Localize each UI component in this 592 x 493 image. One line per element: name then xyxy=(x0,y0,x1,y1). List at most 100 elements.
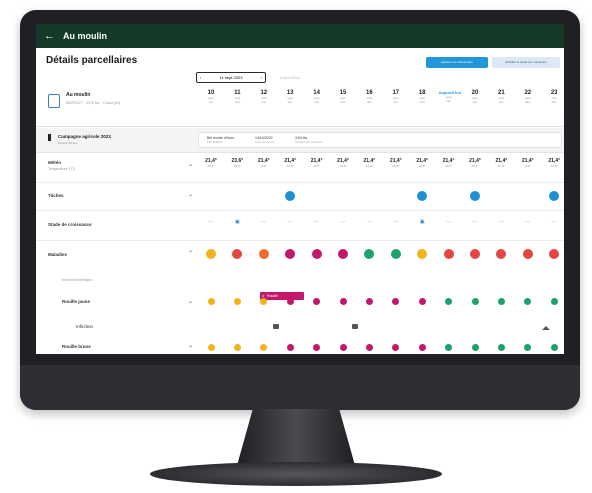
risk-dot[interactable] xyxy=(286,298,294,305)
task-icon[interactable] xyxy=(549,191,560,201)
disease-risk-icon[interactable] xyxy=(206,249,216,259)
disease-risk-icon[interactable] xyxy=(232,249,243,259)
add-intervention-button[interactable]: Ajouter une intervention xyxy=(426,57,488,68)
day-column-header[interactable]: 13 sept jeu xyxy=(280,90,300,104)
disease-risk-icon[interactable] xyxy=(390,249,401,259)
day-column-header[interactable]: 21 sept ven xyxy=(491,90,511,104)
growth-stage-mark: ▣ xyxy=(235,219,240,225)
day-column-header[interactable]: 10 sept lun xyxy=(201,90,221,104)
risk-dot[interactable] xyxy=(497,344,505,351)
monitor-base xyxy=(150,462,442,486)
disease-risk-icon[interactable] xyxy=(285,249,296,259)
day-column-header[interactable]: 18 sept mar xyxy=(412,90,432,104)
day-column-header[interactable]: Aujourd'hui sept mer xyxy=(439,90,461,103)
risk-dot[interactable] xyxy=(418,298,426,305)
day-column-header[interactable]: 15 sept sam xyxy=(333,90,353,104)
yellow-rust-cell xyxy=(386,298,406,305)
monitor-stand xyxy=(236,409,356,469)
risk-dot[interactable] xyxy=(550,298,558,305)
risk-dot[interactable] xyxy=(418,344,426,351)
infection-icon xyxy=(542,326,550,330)
risk-dot[interactable] xyxy=(445,298,453,305)
weather-row: Météo Température (°C) ⌄ 21,4° 16,8° 23,6°… xyxy=(36,152,564,183)
risk-dot[interactable] xyxy=(207,344,215,351)
chevron-down-icon[interactable]: ⌄ xyxy=(188,191,193,198)
day-column-header[interactable]: 23 sept dim xyxy=(544,90,564,104)
growth-stage-mark: — xyxy=(446,219,452,225)
risk-dot[interactable] xyxy=(339,344,347,351)
risk-dot[interactable] xyxy=(339,298,347,305)
disease-risk-icon[interactable] xyxy=(549,249,560,259)
day-column-header[interactable]: 16 sept dim xyxy=(359,90,379,104)
disease-risk-icon[interactable] xyxy=(522,249,533,259)
risk-dot[interactable] xyxy=(524,298,532,305)
growth-stage-mark: — xyxy=(261,219,267,225)
disease-risk-icon[interactable] xyxy=(364,249,375,259)
monitor-chin xyxy=(20,365,580,410)
day-column-header[interactable]: 12 sept mer xyxy=(254,90,274,104)
prev-arrow-icon[interactable]: ‹ xyxy=(200,75,201,80)
temperature-cell: 21,4° 16,8° xyxy=(254,158,274,168)
day-column-header[interactable]: 22 sept sam xyxy=(518,90,538,104)
yellow-rust-cell xyxy=(254,298,274,305)
growth-stage-cell: — xyxy=(201,219,221,225)
day-column-header[interactable]: 11 sept mar xyxy=(227,90,247,104)
area-label: Surface de semence xyxy=(295,140,323,144)
risk-dot[interactable] xyxy=(233,298,241,305)
temperature-cell: 21,4° 16,8° xyxy=(359,158,379,168)
chevron-down-icon[interactable]: ⌄ xyxy=(188,342,193,349)
risk-dot[interactable] xyxy=(233,344,241,351)
risk-dot[interactable] xyxy=(497,298,505,305)
farm-info: Au moulin BERSOT · 12,5 ha · Colza (bl) xyxy=(48,92,120,108)
field-icon xyxy=(48,94,60,108)
risk-dot[interactable] xyxy=(365,298,373,305)
temp-min: 16,8° xyxy=(286,164,294,168)
risk-dot[interactable] xyxy=(445,344,453,351)
risk-dot[interactable] xyxy=(550,344,558,351)
risk-dot[interactable] xyxy=(286,344,294,351)
disease-risk-icon[interactable] xyxy=(311,249,322,259)
task-icon[interactable] xyxy=(285,191,296,201)
task-icon[interactable] xyxy=(470,191,480,201)
farm-details: BERSOT · 12,5 ha · Colza (bl) xyxy=(66,100,120,105)
temperature-cell: 21,4° 16,8° xyxy=(439,158,459,168)
yellow-rust-cell xyxy=(518,298,538,305)
risk-dot[interactable] xyxy=(392,298,400,305)
yellow-rust-cell xyxy=(439,298,459,305)
disease-risk-icon[interactable] xyxy=(470,249,480,259)
temp-min: 15,9° xyxy=(233,164,241,168)
risk-dot[interactable] xyxy=(471,344,479,351)
risk-dot[interactable] xyxy=(365,344,373,351)
disease-risk-icon[interactable] xyxy=(338,249,348,259)
day-column-header[interactable]: 20 sept jeu xyxy=(465,90,485,104)
disease-risk-icon[interactable] xyxy=(258,249,269,259)
risk-dot[interactable] xyxy=(471,298,479,305)
risk-dot[interactable] xyxy=(313,344,321,351)
risk-dot[interactable] xyxy=(260,298,268,305)
disease-risk-icon[interactable] xyxy=(417,249,428,259)
chevron-down-icon[interactable]: ⌄ xyxy=(188,161,193,168)
chevron-up-icon[interactable]: ⌃ xyxy=(188,250,193,257)
disease-risk-icon[interactable] xyxy=(496,249,507,259)
chevron-down-icon[interactable]: ⌄ xyxy=(188,298,193,305)
yellow-rust-cell xyxy=(359,298,379,305)
today-link[interactable]: Aujourd'hui xyxy=(280,75,300,80)
growth-stage-mark: — xyxy=(208,219,214,225)
growth-stage-mark: — xyxy=(340,219,346,225)
sowing-label: Date de semis xyxy=(255,140,275,144)
date-picker[interactable]: ‹ 11 sept 2023 › xyxy=(196,72,266,83)
day-column-header[interactable]: 14 sept ven xyxy=(307,90,327,104)
task-icon[interactable] xyxy=(417,191,428,201)
disease-risk-icon[interactable] xyxy=(443,249,454,259)
risk-dot[interactable] xyxy=(392,344,400,351)
temp-min: 16,8° xyxy=(524,164,532,168)
risk-dot[interactable] xyxy=(313,298,321,305)
risk-dot[interactable] xyxy=(260,344,268,351)
next-arrow-icon[interactable]: › xyxy=(261,75,262,80)
back-arrow-icon[interactable]: ← xyxy=(44,30,55,42)
day-weekday: sam xyxy=(524,100,531,104)
risk-dot[interactable] xyxy=(207,298,215,305)
edit-growth-stage-button[interactable]: Modifier le stade de croissance xyxy=(492,57,560,68)
day-column-header[interactable]: 17 sept lun xyxy=(386,90,406,104)
risk-dot[interactable] xyxy=(524,344,532,351)
